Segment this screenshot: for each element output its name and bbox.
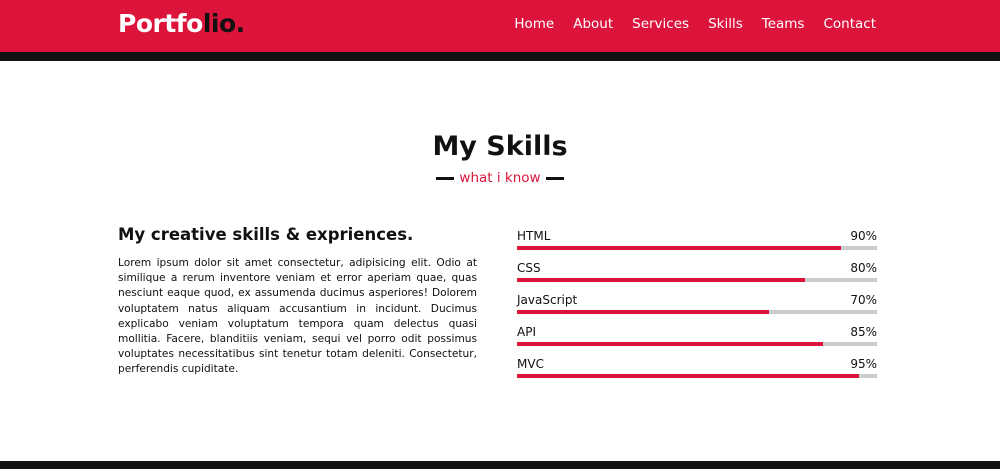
skill-progress-track bbox=[517, 310, 877, 314]
skill-progress-fill bbox=[517, 310, 769, 314]
skill-name: HTML bbox=[517, 229, 551, 243]
subtitle-text: what i know bbox=[459, 170, 541, 186]
nav-link-services[interactable]: Services bbox=[632, 16, 689, 32]
subtitle-left-line bbox=[436, 176, 455, 180]
skill-progress-fill bbox=[517, 374, 859, 378]
logo-light-text: Portfo bbox=[118, 9, 203, 38]
skill-progress-track bbox=[517, 374, 877, 378]
skill-item: API 85% bbox=[517, 325, 877, 357]
navbar: Portfolio. Home About Services Skills Te… bbox=[0, 0, 1000, 52]
subtitle-right-line bbox=[545, 176, 564, 180]
skill-item: JavaScript 70% bbox=[517, 293, 877, 325]
nav-menu: Home About Services Skills Teams Contact bbox=[495, 16, 876, 32]
skill-percent: 85% bbox=[850, 325, 877, 339]
nav-link-about[interactable]: About bbox=[573, 16, 613, 32]
skill-progress-track bbox=[517, 246, 877, 250]
skill-name: CSS bbox=[517, 261, 541, 275]
skill-percent: 95% bbox=[850, 357, 877, 371]
navbar-bottom-border bbox=[0, 52, 1000, 61]
skill-name: MVC bbox=[517, 357, 544, 371]
nav-link-skills[interactable]: Skills bbox=[708, 16, 743, 32]
skill-progress-fill bbox=[517, 278, 805, 282]
nav-link-contact[interactable]: Contact bbox=[823, 16, 876, 32]
section-title: My Skills bbox=[432, 131, 568, 162]
skill-progress-fill bbox=[517, 246, 841, 250]
skill-progress-track bbox=[517, 342, 877, 346]
skill-percent: 90% bbox=[850, 229, 877, 243]
skills-list: HTML 90% CSS 80% JavaScript 70% API 85% MVC 95% bbox=[517, 229, 877, 389]
nav-link-teams[interactable]: Teams bbox=[762, 16, 805, 32]
logo-dark-text: lio. bbox=[202, 9, 245, 38]
nav-link-home[interactable]: Home bbox=[514, 16, 554, 32]
skill-progress-fill bbox=[517, 342, 823, 346]
skill-item: HTML 90% bbox=[517, 229, 877, 261]
skill-item: CSS 80% bbox=[517, 261, 877, 293]
skill-name: JavaScript bbox=[517, 293, 578, 307]
skills-heading: My creative skills & expriences. bbox=[118, 225, 414, 244]
section-subtitle: what i know bbox=[0, 170, 1000, 186]
skill-item: MVC 95% bbox=[517, 357, 877, 389]
skill-percent: 70% bbox=[850, 293, 877, 307]
skill-name: API bbox=[517, 325, 536, 339]
skills-paragraph: Lorem ipsum dolor sit amet consectetur, … bbox=[118, 257, 477, 376]
footer-strip bbox=[0, 461, 1000, 469]
skill-progress-track bbox=[517, 278, 877, 282]
logo[interactable]: Portfolio. bbox=[118, 9, 245, 38]
skill-percent: 80% bbox=[850, 261, 877, 275]
